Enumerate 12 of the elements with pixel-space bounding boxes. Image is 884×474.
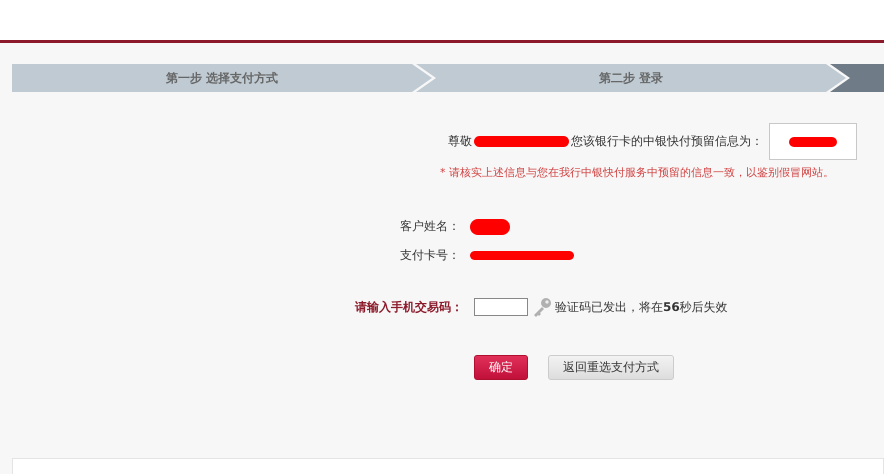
field-label: 支付卡号： bbox=[400, 247, 461, 264]
countdown-text: 验证码已发出，将在56秒后失效 bbox=[555, 298, 728, 316]
action-button[interactable]: 返回重选支付方式 bbox=[548, 355, 674, 380]
field-label: 客户姓名： bbox=[400, 218, 461, 235]
greeting-text: 您该银行卡的中银快付预留信息为： bbox=[571, 133, 763, 150]
warning-note: * 请核实上述信息与您在我行中银快付服务中预留的信息一致，以鉴别假冒网站。 bbox=[440, 165, 835, 180]
code-label: 请输入手机交易码： bbox=[355, 298, 464, 316]
greeting-text: 尊敬 bbox=[448, 133, 472, 150]
action-button[interactable]: 确定 bbox=[474, 355, 528, 380]
redaction-mark bbox=[470, 218, 510, 234]
code-input[interactable] bbox=[474, 298, 528, 316]
redaction-mark bbox=[789, 136, 837, 146]
